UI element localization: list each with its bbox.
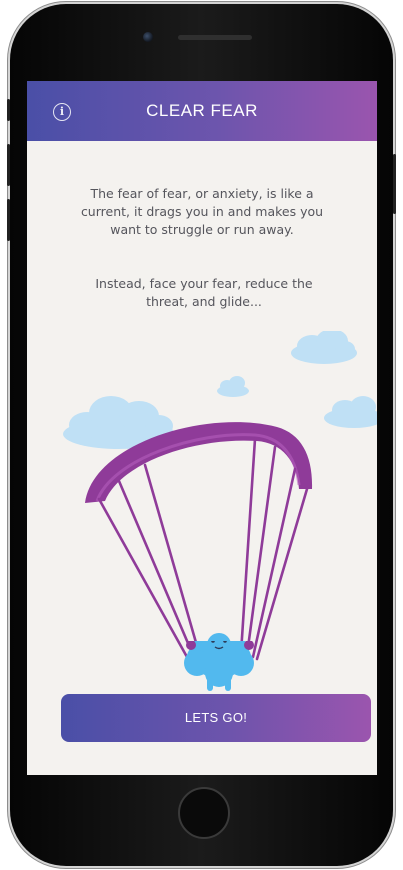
cloud-top-right-icon bbox=[291, 331, 357, 364]
cloud-right-icon bbox=[324, 396, 377, 428]
fluffy-character-body bbox=[184, 641, 254, 691]
app-screen: i CLEAR FEAR The fear of fear, or anxiet… bbox=[27, 81, 377, 775]
page-title: CLEAR FEAR bbox=[146, 101, 258, 120]
front-camera bbox=[143, 32, 153, 42]
volume-down-button bbox=[7, 199, 10, 241]
power-button bbox=[393, 154, 396, 214]
phone-frame: i CLEAR FEAR The fear of fear, or anxiet… bbox=[7, 4, 396, 866]
mute-switch bbox=[7, 99, 10, 121]
cloud-small-icon bbox=[217, 376, 249, 397]
home-button[interactable] bbox=[178, 787, 230, 839]
instruction-paragraph: Instead, face your fear, reduce the thre… bbox=[95, 276, 313, 309]
intro-paragraph: The fear of fear, or anxiety, is like a … bbox=[80, 186, 324, 237]
earpiece bbox=[178, 35, 252, 40]
paraglider-illustration bbox=[63, 331, 377, 671]
volume-up-button bbox=[7, 144, 10, 186]
app-header: i CLEAR FEAR bbox=[27, 81, 377, 141]
lets-go-button[interactable]: LETS GO! bbox=[61, 694, 371, 742]
